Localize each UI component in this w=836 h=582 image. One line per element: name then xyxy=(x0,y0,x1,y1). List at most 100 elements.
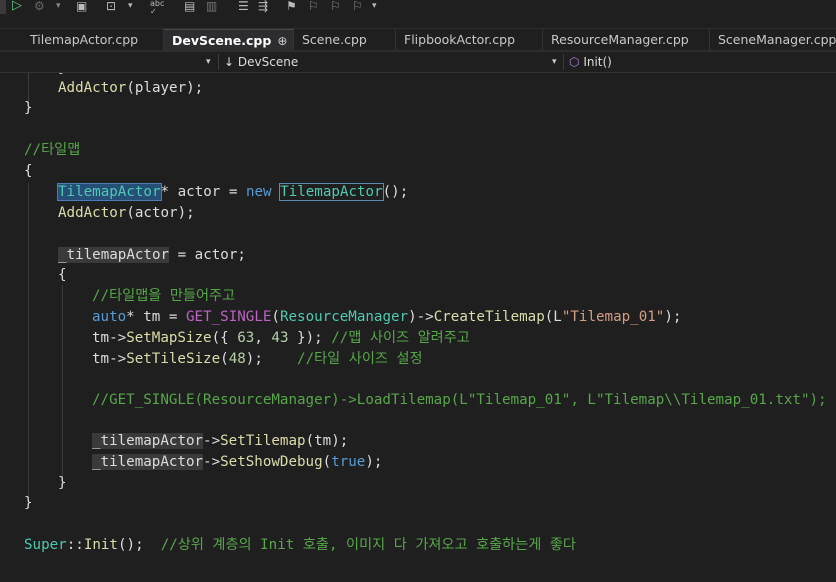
function-token: SetMapSize xyxy=(126,330,212,346)
toolbar: ▷ ⚙ ▾ ▣ ⊡ ▾ abc ✓ ▤ ▥ ☰ ⇶ ⚑ ⚐ ⚐ ⚐ ▾ xyxy=(0,0,836,29)
tab-label: ResourceManager.cpp xyxy=(551,32,689,47)
code-editor[interactable]: } AddActor(player); } //타일맵 { TilemapAct… xyxy=(0,73,836,582)
code-line: _tilemapActor = actor; xyxy=(58,247,246,263)
code-line: { xyxy=(58,265,67,286)
number-token: 63 xyxy=(237,330,255,346)
scope-class-label: DevScene xyxy=(237,55,299,69)
identifier-token: tm xyxy=(92,351,110,367)
attach-icon[interactable]: ▣ xyxy=(76,0,87,16)
brace: } xyxy=(24,495,33,511)
type-token-selected: TilemapActor xyxy=(57,183,162,201)
identifier-token: player xyxy=(134,80,187,96)
tab-devscene-cpp[interactable]: DevScene.cpp⊕✕ xyxy=(164,29,294,50)
keyword-token: new xyxy=(245,184,272,200)
spellcheck-label: abc xyxy=(150,0,165,8)
bookmark-next-icon[interactable]: ⚐ xyxy=(330,0,341,16)
chevron-down-icon[interactable]: ▾ xyxy=(552,52,557,72)
brace: { xyxy=(58,267,67,283)
brace: { xyxy=(24,163,33,179)
comment-token: //타일맵을 만들어주고 xyxy=(92,288,236,304)
arrow-down-icon: ↓ xyxy=(224,55,235,69)
debug-icon[interactable]: ⚙ xyxy=(34,0,45,16)
spellcheck-icon[interactable]: abc ✓ xyxy=(150,0,164,16)
document-tabs: TilemapActor.cpp DevScene.cpp⊕✕ Scene.cp… xyxy=(0,29,836,52)
toolbar-grip xyxy=(0,0,6,14)
play-icon[interactable]: ▷ xyxy=(12,0,22,16)
keyword-token: auto xyxy=(92,309,127,325)
chevron-down-icon[interactable]: ▾ xyxy=(56,0,61,16)
type-token-reference: TilemapActor xyxy=(279,183,384,201)
code-line: tm->SetTileSize(48); //타일 사이즈 설정 xyxy=(92,351,423,367)
tab-label: TilemapActor.cpp xyxy=(30,32,139,47)
code-line: AddActor(actor); xyxy=(58,205,195,221)
comment-token: //맵 사이즈 알려주고 xyxy=(331,330,470,346)
uncomment-icon[interactable]: ▥ xyxy=(206,0,217,16)
function-token: SetTileSize xyxy=(126,351,221,367)
pin-icon[interactable]: ⊕ xyxy=(277,34,287,48)
type-token: Super xyxy=(24,537,67,553)
code-line: Super::Init(); //상위 계층의 Init 호출, 이미지 다 가… xyxy=(24,537,576,553)
overflow-icon[interactable]: ▾ xyxy=(372,0,377,16)
bookmark-prev-icon[interactable]: ⚐ xyxy=(308,0,319,16)
macro-token: GET_SINGLE xyxy=(185,309,272,325)
number-token: 43 xyxy=(271,330,289,346)
scope-member-label: Init() xyxy=(583,55,612,69)
code-line: tm->SetMapSize({ 63, 43 }); //맵 사이즈 알려주고 xyxy=(92,330,470,346)
type-token: ResourceManager xyxy=(279,309,409,325)
code-line: //타일맵을 만들어주고 xyxy=(92,286,235,307)
chevron-down-icon[interactable]: ▾ xyxy=(128,0,133,16)
bookmark-clear-icon[interactable]: ⚐ xyxy=(352,0,363,16)
identifier-token: actor xyxy=(177,184,221,200)
chevron-down-icon[interactable]: ▾ xyxy=(206,52,211,72)
identifier-token: tm xyxy=(143,309,161,325)
comment-icon[interactable]: ▤ xyxy=(184,0,195,16)
code-line: } xyxy=(24,98,33,119)
brace: } xyxy=(58,73,67,76)
divider xyxy=(563,54,564,70)
scope-class-dropdown[interactable]: ↓ DevScene xyxy=(224,52,298,72)
field-token: _tilemapActor xyxy=(58,247,170,263)
indent-guide xyxy=(28,183,29,503)
identifier-token: tm xyxy=(92,330,110,346)
method-icon: ⬡ xyxy=(569,55,580,69)
code-line: } xyxy=(58,473,67,494)
tab-flipbookactor-cpp[interactable]: FlipbookActor.cpp xyxy=(396,29,543,50)
number-token: 48 xyxy=(228,351,246,367)
indent-icon[interactable]: ⇶ xyxy=(258,0,268,16)
function-token: Init xyxy=(83,537,118,553)
divider xyxy=(218,54,219,70)
code-line: AddActor(player); xyxy=(58,80,204,96)
tab-scenemanager-cpp[interactable]: SceneManager.cpp xyxy=(710,29,836,50)
comment-token: //상위 계층의 Init 호출, 이미지 다 가져오고 호출하는게 좋다 xyxy=(160,537,576,553)
tab-tilemapactor-cpp[interactable]: TilemapActor.cpp xyxy=(22,29,164,50)
tab-label: FlipbookActor.cpp xyxy=(404,32,515,47)
field-token: _tilemapActor xyxy=(92,433,204,449)
code-line: auto* tm = GET_SINGLE(ResourceManager)->… xyxy=(92,309,682,325)
tab-label: DevScene.cpp xyxy=(172,33,272,48)
identifier-token: tm xyxy=(314,433,332,449)
tab-label: SceneManager.cpp xyxy=(718,32,836,47)
list-icon[interactable]: ☰ xyxy=(238,0,249,16)
brace: } xyxy=(24,100,33,116)
code-line: //타일맵 xyxy=(24,140,80,161)
code-line: //GET_SINGLE(ResourceManager)->LoadTilem… xyxy=(92,390,827,411)
scope-member-dropdown[interactable]: ⬡ Init() xyxy=(569,52,612,72)
code-line: _tilemapActor->SetTilemap(tm); xyxy=(92,433,349,449)
comment-token: //타일맵 xyxy=(24,142,81,158)
string-token: "Tilemap_01" xyxy=(561,309,665,325)
function-token: CreateTilemap xyxy=(433,309,545,325)
function-token: SetTilemap xyxy=(220,433,306,449)
code-line: { xyxy=(24,161,33,182)
tab-resourcemanager-cpp[interactable]: ResourceManager.cpp xyxy=(543,29,710,50)
screenshot-icon[interactable]: ⊡ xyxy=(106,0,116,16)
tab-scene-cpp[interactable]: Scene.cpp xyxy=(294,29,396,50)
comment-token: //타일 사이즈 설정 xyxy=(297,351,423,367)
comment-token: //GET_SINGLE(ResourceManager)->LoadTilem… xyxy=(92,392,827,408)
identifier-token: actor xyxy=(194,247,238,263)
bookmark-icon[interactable]: ⚑ xyxy=(286,0,297,16)
brace: } xyxy=(58,475,67,491)
function-token: SetShowDebug xyxy=(220,454,323,470)
function-token: AddActor xyxy=(58,205,127,221)
tab-label: Scene.cpp xyxy=(302,32,367,47)
field-token: _tilemapActor xyxy=(92,454,204,470)
